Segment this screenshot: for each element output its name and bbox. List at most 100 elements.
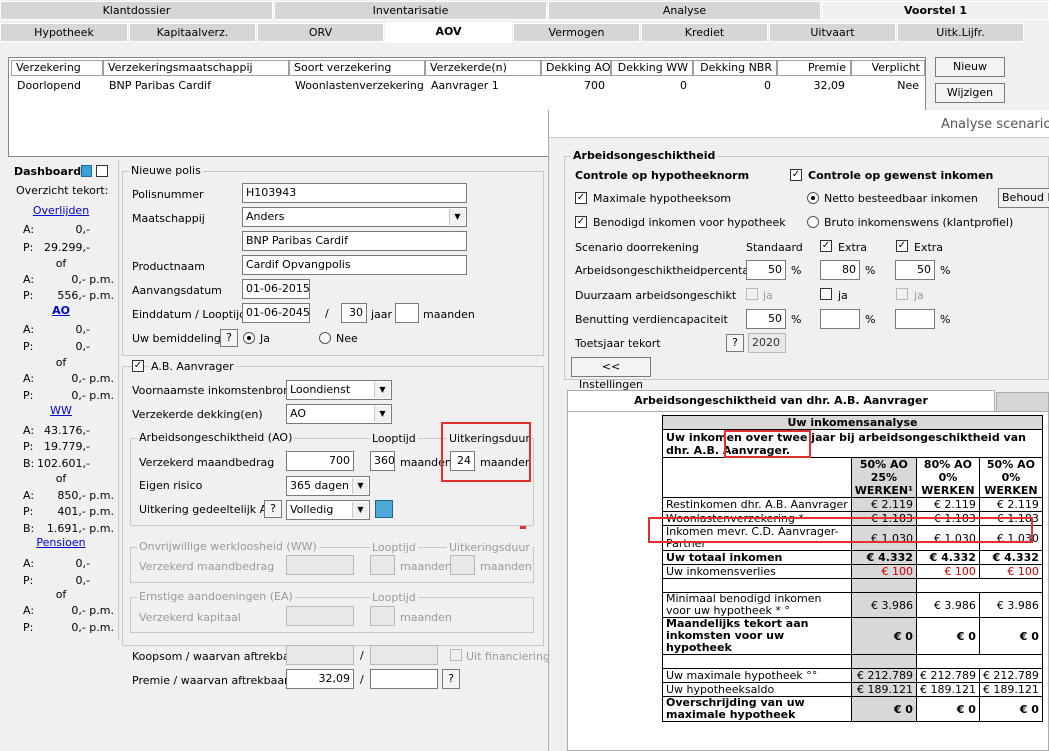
tab-uitvaart[interactable]: Uitvaart — [769, 23, 896, 42]
chevron-down-icon[interactable]: ▼ — [352, 502, 368, 518]
tab-klantdossier[interactable]: Klantdossier — [0, 1, 273, 20]
aanvangsdatum-field[interactable]: 01-06-2015 — [242, 279, 310, 299]
col-header[interactable]: Verzekering — [11, 60, 103, 76]
maatschappij-select[interactable]: Anders ▼ — [242, 207, 467, 227]
einddatum-field[interactable]: 01-06-2045 — [242, 303, 310, 323]
max-hypotheek-checkbox[interactable]: ✓ — [575, 192, 587, 204]
cell: € 0 — [978, 617, 1043, 655]
col-header[interactable]: Dekking WW — [611, 60, 693, 76]
behoud-select[interactable]: Behoud h — [998, 188, 1049, 208]
row-label: Uw maximale hypotheek °° — [662, 668, 852, 683]
tab-orv[interactable]: ORV — [257, 23, 384, 42]
cell: € 0 — [915, 617, 980, 655]
gedeeltelijk-select[interactable]: Volledig ▼ — [286, 500, 370, 520]
netto-radio[interactable] — [807, 192, 819, 204]
chevron-down-icon[interactable]: ▼ — [374, 382, 390, 398]
tab-kapitaalverz[interactable]: Kapitaalverz. — [129, 23, 256, 42]
wijzigen-button[interactable]: Wijzigen — [935, 83, 1005, 103]
tab-arbeidsongeschiktheid[interactable]: Arbeidsongeschiktheid van dhr. A.B. Aanv… — [567, 390, 995, 412]
tab-analyse[interactable]: Analyse — [548, 1, 821, 20]
tab-uitk-lijfr[interactable]: Uitk.Lijfr. — [897, 23, 1024, 42]
chevron-down-icon[interactable]: ▼ — [374, 406, 390, 422]
koopsom-field[interactable] — [286, 645, 354, 665]
twee-jaar-highlight — [724, 430, 811, 458]
col-header[interactable]: Soort verzekering — [289, 60, 425, 76]
col-header[interactable]: Verzekeringsmaatschappij — [103, 60, 289, 76]
calculator-icon[interactable] — [81, 165, 92, 177]
ww-maandbedrag-field[interactable] — [286, 555, 354, 575]
ww-link[interactable]: WW — [6, 404, 116, 417]
col-header[interactable]: Dekking AO — [541, 60, 611, 76]
looptijd-field[interactable]: 360 — [370, 451, 395, 471]
tab-voorstel-1[interactable]: Voorstel 1 — [822, 1, 1049, 20]
perc-extra1-field[interactable]: 80 — [820, 260, 860, 280]
extra2-checkbox[interactable]: ✓ — [896, 240, 908, 252]
help-button[interactable]: ? — [264, 500, 282, 518]
ea-kapitaal-field[interactable] — [286, 606, 354, 626]
extra1-checkbox[interactable]: ✓ — [820, 240, 832, 252]
help-button[interactable]: ? — [220, 329, 238, 347]
col-header[interactable]: Verplicht — [851, 60, 925, 76]
eigen-risico-select[interactable]: 365 dagen ▼ — [286, 476, 370, 496]
duurzaam-standaard-checkbox[interactable] — [746, 288, 758, 300]
tab-aov[interactable]: AOV — [385, 22, 512, 43]
bemiddeling-ja-radio[interactable] — [243, 332, 255, 344]
benutting-extra2-field[interactable] — [895, 309, 935, 329]
benodigd-checkbox[interactable]: ✓ — [575, 216, 587, 228]
spacer — [979, 654, 1043, 669]
bemiddeling-nee-radio[interactable] — [319, 332, 331, 344]
chevron-down-icon[interactable]: ▼ — [449, 209, 465, 225]
benutting-standaard-field[interactable]: 50 — [746, 309, 786, 329]
koopsom-aftrekbaar-field[interactable] — [370, 645, 438, 665]
uit-financiering-checkbox[interactable] — [450, 649, 462, 661]
maatschappij-naam-field[interactable]: BNP Paribas Cardif — [242, 231, 467, 251]
instellingen-button[interactable]: << Instellingen — [571, 357, 651, 391]
looptijd-jaar-field[interactable]: 30 — [341, 303, 367, 323]
dashboard-checkbox[interactable] — [96, 165, 108, 177]
premie-aftrekbaar-field[interactable] — [370, 669, 438, 689]
duurzaam-extra2-checkbox[interactable] — [896, 288, 908, 300]
of-label: of — [55, 472, 67, 485]
tab-next[interactable] — [996, 392, 1049, 412]
gewenst-checkbox[interactable]: ✓ — [790, 169, 802, 181]
chevron-down-icon[interactable]: ▼ — [352, 478, 368, 494]
tab-inventarisatie[interactable]: Inventarisatie — [274, 1, 547, 20]
dekking-select[interactable]: AO ▼ — [286, 404, 392, 424]
key-p: P: — [23, 505, 34, 518]
help-button[interactable]: ? — [726, 334, 744, 352]
polisnummer-field[interactable]: H103943 — [242, 183, 467, 203]
premie-field[interactable]: 32,09 — [286, 669, 354, 689]
maanden-label: maanden — [423, 308, 475, 321]
col-header[interactable]: Premie — [777, 60, 851, 76]
perc-extra2-field[interactable]: 50 — [895, 260, 935, 280]
value: 0,- — [75, 323, 90, 336]
looptijd-maanden-field[interactable] — [395, 303, 419, 323]
pct: % — [791, 264, 802, 277]
col-header[interactable]: Dekking NBR — [693, 60, 777, 76]
benutting-extra1-field[interactable] — [820, 309, 860, 329]
productnaam-field[interactable]: Cardif Opvangpolis — [242, 255, 467, 275]
aanvrager-checkbox[interactable]: ✓ — [132, 360, 144, 372]
tab-vermogen[interactable]: Vermogen — [513, 23, 640, 42]
nee-label: Nee — [336, 332, 358, 345]
ww-looptijd-field[interactable] — [370, 555, 395, 575]
maandbedrag-field[interactable]: 700 — [286, 451, 354, 471]
cell: € 2.119 — [978, 497, 1043, 512]
ea-looptijd-field[interactable] — [370, 606, 395, 626]
inkomstenbron-select[interactable]: Loondienst ▼ — [286, 380, 392, 400]
cell: € 4.332 — [978, 550, 1043, 565]
ao-link[interactable]: AO — [6, 304, 116, 317]
pensioen-link[interactable]: Pensioen — [6, 536, 116, 549]
bruto-radio[interactable] — [807, 216, 819, 228]
perc-standaard-field[interactable]: 50 — [746, 260, 786, 280]
edit-icon[interactable] — [375, 500, 393, 518]
tab-krediet[interactable]: Krediet — [641, 23, 768, 42]
help-button[interactable]: ? — [442, 669, 460, 689]
nieuw-button[interactable]: Nieuw — [935, 57, 1005, 77]
col-header[interactable]: Verzekerde(n) — [425, 60, 541, 76]
overlijden-link[interactable]: Overlijden — [6, 204, 116, 217]
ww-uitkeringsduur-field[interactable] — [450, 555, 475, 575]
toetsjaar-field[interactable]: 2020 — [748, 333, 786, 353]
duurzaam-extra1-checkbox[interactable] — [820, 288, 832, 300]
tab-hypotheek[interactable]: Hypotheek — [0, 23, 128, 42]
